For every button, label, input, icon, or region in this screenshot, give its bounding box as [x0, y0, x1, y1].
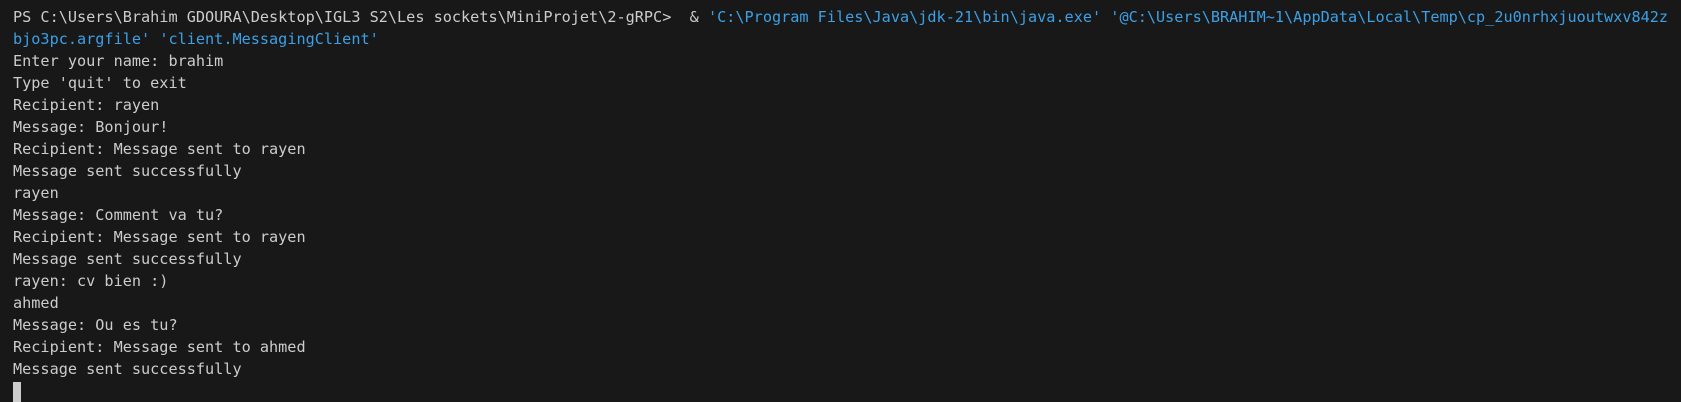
shell-prompt: PS C:\Users\Brahim GDOURA\Desktop\IGL3 S… [13, 8, 672, 26]
call-operator: & [689, 8, 699, 26]
output-line: Recipient: Message sent to rayen [13, 140, 306, 158]
output-line: Message sent successfully [13, 360, 242, 378]
output-line: rayen: cv bien :) [13, 272, 169, 290]
output-line: Type 'quit' to exit [13, 74, 187, 92]
output-line: Recipient: Message sent to ahmed [13, 338, 306, 356]
text-cursor [13, 381, 21, 402]
command-line: PS C:\Users\Brahim GDOURA\Desktop\IGL3 S… [13, 6, 1677, 50]
java-executable-path: 'C:\Program Files\Java\jdk-21\bin\java.e… [707, 8, 1102, 26]
output-line: Message sent successfully [13, 162, 242, 180]
terminal-panel[interactable]: PS C:\Users\Brahim GDOURA\Desktop\IGL3 S… [0, 0, 1681, 402]
output-line: Recipient: rayen [13, 96, 160, 114]
output-line: Message: Bonjour! [13, 118, 169, 136]
output-line: rayen [13, 184, 59, 202]
output-line: ahmed [13, 294, 59, 312]
output-line: Message: Ou es tu? [13, 316, 178, 334]
input-line[interactable] [13, 380, 1681, 402]
output-line: Message sent successfully [13, 250, 242, 268]
output-line: Message: Comment va tu? [13, 206, 224, 224]
output-line: Recipient: Message sent to rayen [13, 228, 306, 246]
main-class-name: 'client.MessagingClient' [159, 30, 379, 48]
output-line: Enter your name: brahim [13, 52, 224, 70]
